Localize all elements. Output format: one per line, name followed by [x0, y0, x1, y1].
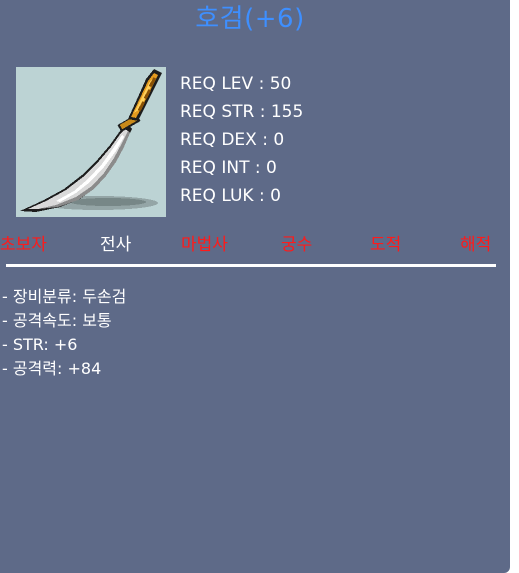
sword-icon	[16, 67, 166, 217]
job-list: 초보자 전사 마법사 궁수 도적 해적	[0, 231, 510, 259]
stat-str: - STR: +6	[2, 335, 78, 354]
job-bowman: 궁수	[281, 235, 313, 255]
req-int: REQ INT : 0	[180, 158, 277, 178]
job-thief: 도적	[370, 235, 402, 255]
stat-attack-speed: - 공격속도: 보통	[2, 311, 112, 330]
stat-attack: - 공격력: +84	[2, 359, 102, 378]
req-level: REQ LEV : 50	[180, 74, 292, 94]
job-pirate: 해적	[460, 235, 492, 255]
stat-category: - 장비분류: 두손검	[2, 287, 127, 306]
requirements-list: REQ LEV : 50 REQ STR : 155 REQ DEX : 0 R…	[180, 70, 303, 210]
req-str: REQ STR : 155	[180, 102, 304, 122]
job-beginner: 초보자	[0, 235, 47, 255]
divider	[6, 264, 496, 267]
req-luk: REQ LUK : 0	[180, 186, 281, 206]
job-magician: 마법사	[181, 235, 228, 255]
item-name: 호검(+6)	[195, 4, 305, 34]
stat-list: - 장비분류: 두손검 - 공격속도: 보통 - STR: +6 - 공격력: …	[2, 285, 126, 381]
item-tooltip: 호검(+6) REQ LEV : 50 REQ STR: 155 REQ DE…	[0, 0, 510, 573]
job-warrior: 전사	[100, 235, 132, 255]
req-dex: REQ DEX : 0	[180, 130, 285, 150]
